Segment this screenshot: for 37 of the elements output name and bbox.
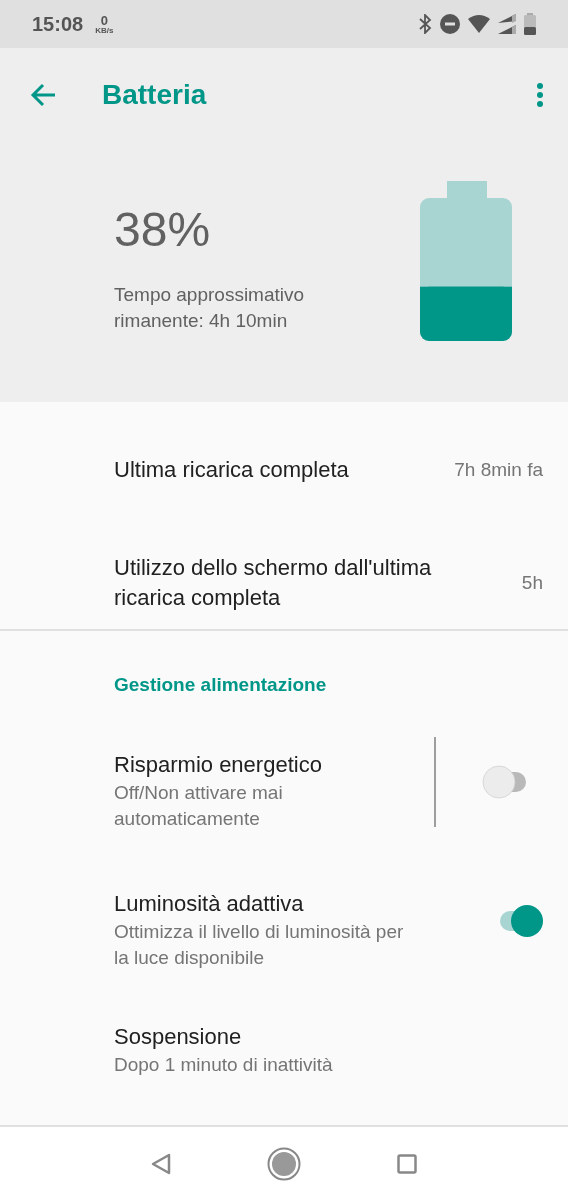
signal-icon — [498, 14, 516, 34]
setting-summary: Ottimizza il livello di luminosità per la luce disponibile — [114, 920, 404, 970]
battery-status-icon — [524, 13, 536, 35]
network-speed-value: 0 — [100, 13, 108, 27]
setting-summary: Dopo 1 minuto di inattività — [114, 1053, 333, 1077]
bluetooth-icon — [418, 14, 432, 34]
usage-row[interactable]: Utilizzo dello schermo dall'ultima ricarica completa 5h — [0, 538, 568, 628]
back-triangle-icon — [151, 1153, 171, 1176]
setting-summary: Off/Non attivare mai automaticamente — [114, 781, 284, 831]
setting-title: Risparmio energetico — [114, 751, 323, 779]
network-speed-unit: KB/s — [95, 26, 114, 35]
recents-square-icon — [397, 1154, 417, 1175]
settings-item[interactable]: Sospensione Dopo 1 minuto di inattività — [0, 1000, 568, 1100]
nav-recents-button[interactable] — [397, 1151, 417, 1176]
more-options-icon — [536, 83, 544, 108]
do-not-disturb-icon — [440, 14, 460, 34]
usage-label: Ultima ricarica completa — [114, 456, 349, 484]
home-circle-icon — [267, 1146, 301, 1181]
usage-label: Utilizzo dello schermo dall'ultima ricarica completa — [114, 554, 433, 612]
back-button[interactable] — [30, 81, 58, 109]
settings-item[interactable]: Risparmio energetico Off/Non attivare mai automaticamente — [0, 722, 568, 860]
setting-title: Sospensione — [114, 1023, 243, 1051]
setting-title: Luminosità adattiva — [114, 890, 305, 918]
nav-back-button[interactable] — [151, 1151, 171, 1176]
usage-value: 5h — [521, 570, 543, 595]
status-time: 15:08 — [32, 12, 84, 37]
section-header: Gestione alimentazione — [113, 673, 328, 697]
usage-row[interactable]: Ultima ricarica completa 7h 8min fa — [0, 402, 568, 538]
back-arrow-icon — [30, 81, 58, 109]
battery-percentage: 38% — [114, 206, 212, 254]
usage-value: 7h 8min fa — [454, 457, 543, 482]
nav-home-button[interactable] — [267, 1146, 301, 1181]
wifi-icon — [468, 15, 490, 33]
more-options-button[interactable] — [536, 82, 544, 108]
settings-item[interactable]: Luminosità adattiva Ottimizza il livello di luminosità per la luce disponibile — [0, 860, 568, 1000]
remaining-time-text: Tempo approssimativo rimanente: 4h 10min — [114, 283, 306, 333]
page-title: Batteria — [102, 78, 207, 112]
